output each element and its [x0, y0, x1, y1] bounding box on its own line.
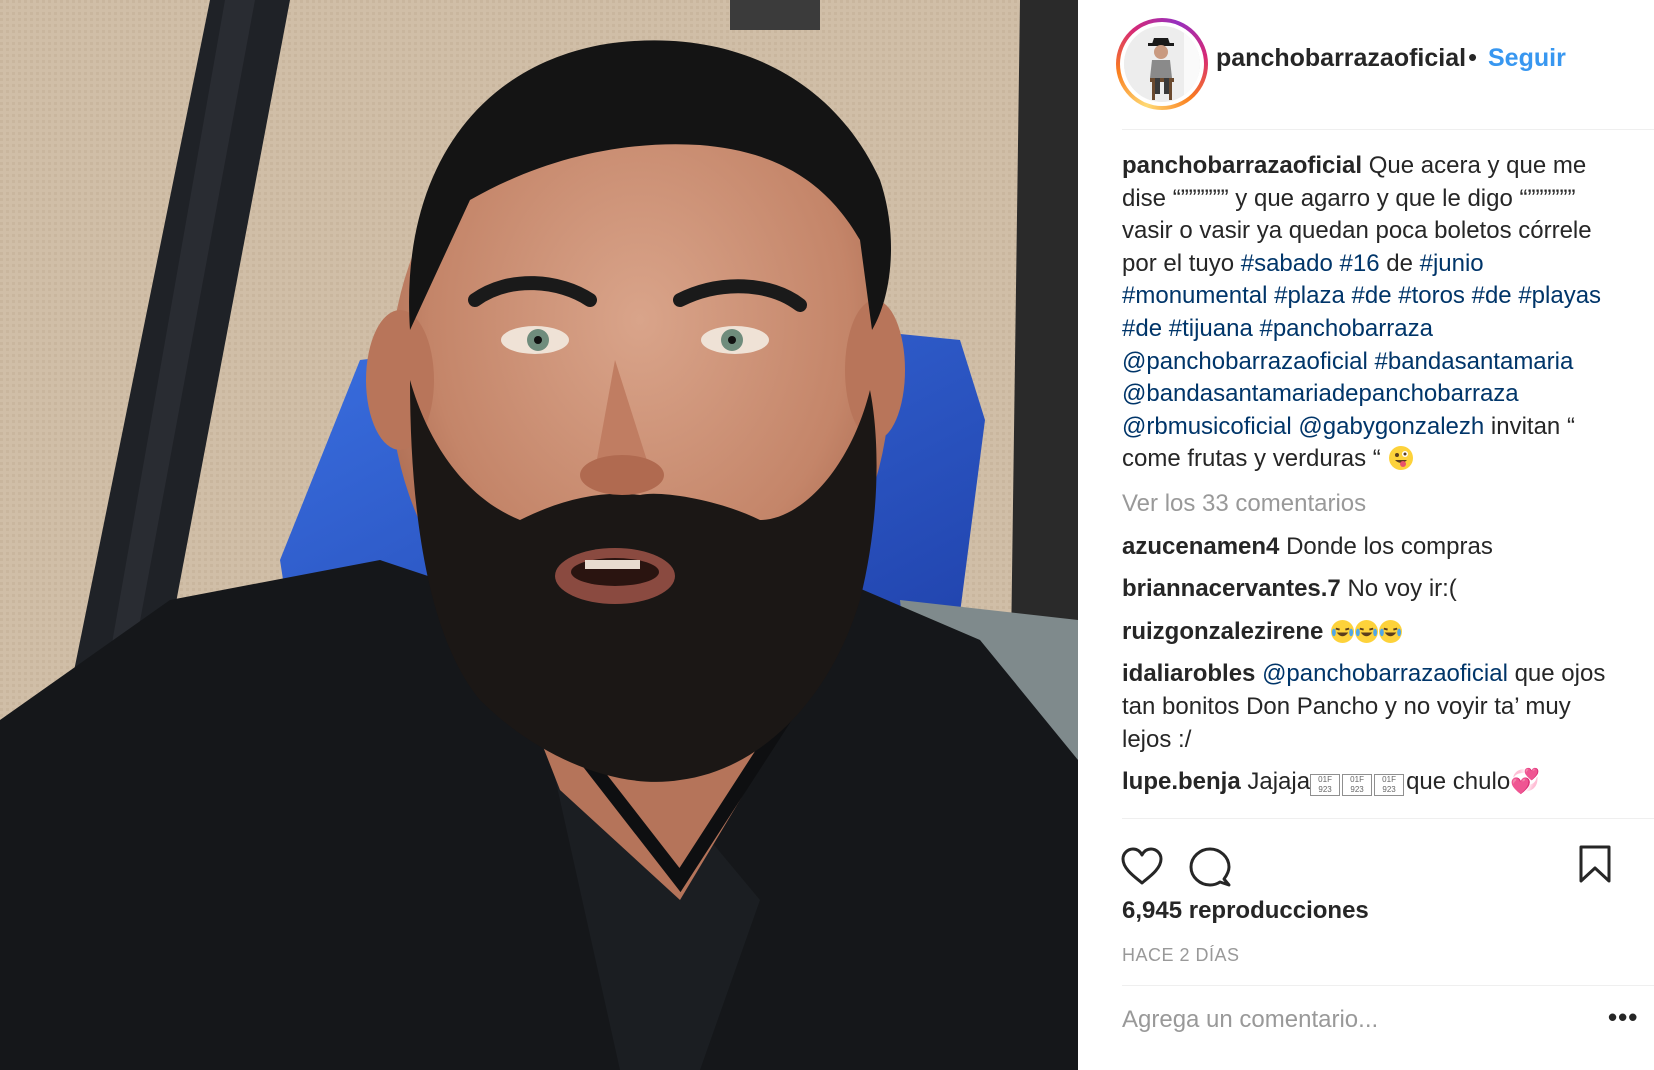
- video-frame-illustration: [0, 0, 1078, 1070]
- comment-row: ruizgonzalezirene: [1122, 616, 1622, 649]
- comments-section: panchobarrazaoficial Que acera y que me …: [1122, 150, 1622, 809]
- hashtag[interactable]: #monumental: [1122, 282, 1267, 309]
- hashtag[interactable]: #junio: [1420, 250, 1484, 277]
- laughing-tears-emoji: [1331, 619, 1355, 643]
- mention[interactable]: @bandasantamariadepanchobarraza: [1122, 380, 1519, 407]
- hashtag[interactable]: #16: [1340, 250, 1380, 277]
- missing-glyph-box: 01F 923: [1342, 774, 1373, 797]
- two-hearts-emoji: 💞: [1510, 768, 1541, 796]
- comment-icon[interactable]: [1189, 846, 1231, 893]
- story-ring[interactable]: [1116, 18, 1208, 110]
- avatar-image: [1124, 26, 1200, 102]
- zany-face-emoji: [1389, 446, 1414, 471]
- hashtag[interactable]: #de: [1352, 282, 1392, 309]
- add-comment-divider: [1122, 985, 1654, 986]
- post-sidebar: panchobarrazaoficial • Seguir panchobarr…: [1078, 0, 1654, 1070]
- post-caption: panchobarrazaoficial Que acera y que me …: [1122, 150, 1622, 476]
- add-comment-input[interactable]: [1122, 998, 1592, 1042]
- hashtag[interactable]: #plaza: [1274, 282, 1345, 309]
- comment-text: que chulo: [1406, 768, 1511, 796]
- views-count[interactable]: 6,945 reproducciones: [1122, 897, 1369, 925]
- header-username[interactable]: panchobarrazaoficial: [1216, 44, 1466, 73]
- follow-button[interactable]: Seguir: [1488, 44, 1566, 73]
- avatar[interactable]: [1124, 26, 1200, 102]
- comment-username[interactable]: briannacervantes.7: [1122, 575, 1341, 602]
- comment-row: idaliarobles @panchobarrazaoficial que o…: [1122, 658, 1622, 756]
- actions-divider: [1122, 818, 1654, 819]
- comment-username[interactable]: azucenamen4: [1122, 533, 1279, 560]
- mention[interactable]: @gabygonzalezh: [1298, 413, 1484, 440]
- hashtag[interactable]: #de: [1472, 282, 1512, 309]
- mention[interactable]: @panchobarrazaoficial: [1122, 348, 1368, 375]
- missing-glyph-box: 01F 923: [1374, 774, 1405, 797]
- caption-text-2: de: [1386, 249, 1413, 277]
- comment-row: azucenamen4 Donde los compras: [1122, 531, 1622, 564]
- missing-glyph-box: 01F 923: [1310, 774, 1341, 797]
- comment-username[interactable]: lupe.benja: [1122, 768, 1241, 795]
- hashtag[interactable]: #toros: [1398, 282, 1465, 309]
- hashtag[interactable]: #de: [1122, 315, 1162, 342]
- comment-row: lupe.benja Jajaja 01F 92301F 92301F 923 qu…: [1122, 766, 1622, 799]
- mention[interactable]: @rbmusicoficial: [1122, 413, 1292, 440]
- instagram-post: panchobarrazaoficial • Seguir panchobarr…: [0, 0, 1654, 1070]
- post-video[interactable]: [0, 0, 1078, 1070]
- bookmark-icon[interactable]: [1578, 844, 1612, 889]
- hashtag[interactable]: #playas: [1518, 282, 1601, 309]
- comment-text: Donde los compras: [1286, 532, 1493, 560]
- hashtag[interactable]: #sabado: [1241, 250, 1333, 277]
- heart-icon[interactable]: [1120, 846, 1164, 891]
- header-divider: [1122, 129, 1654, 130]
- more-options-icon[interactable]: •••: [1608, 1002, 1638, 1033]
- caption-username[interactable]: panchobarrazaoficial: [1122, 152, 1362, 179]
- mention[interactable]: @panchobarrazaoficial: [1262, 660, 1508, 687]
- comment-row: briannacervantes.7 No voy ir:(: [1122, 573, 1622, 606]
- hashtag[interactable]: #panchobarraza: [1259, 315, 1432, 342]
- view-all-comments-link[interactable]: Ver los 33 comentarios: [1122, 488, 1622, 521]
- comment-username[interactable]: ruizgonzalezirene: [1122, 618, 1323, 645]
- post-header: panchobarrazaoficial • Seguir: [1078, 0, 1654, 129]
- comment-username[interactable]: idaliarobles: [1122, 660, 1255, 687]
- post-timestamp[interactable]: HACE 2 DÍAS: [1122, 945, 1240, 966]
- header-separator-dot: •: [1468, 42, 1478, 72]
- hashtag[interactable]: #tijuana: [1169, 315, 1253, 342]
- laughing-tears-emoji: [1355, 619, 1379, 643]
- hashtag[interactable]: #bandasantamaria: [1375, 348, 1574, 375]
- laughing-tears-emoji: [1379, 619, 1403, 643]
- comment-text: No voy ir:(: [1347, 575, 1457, 603]
- comment-text: Jajaja: [1247, 768, 1311, 796]
